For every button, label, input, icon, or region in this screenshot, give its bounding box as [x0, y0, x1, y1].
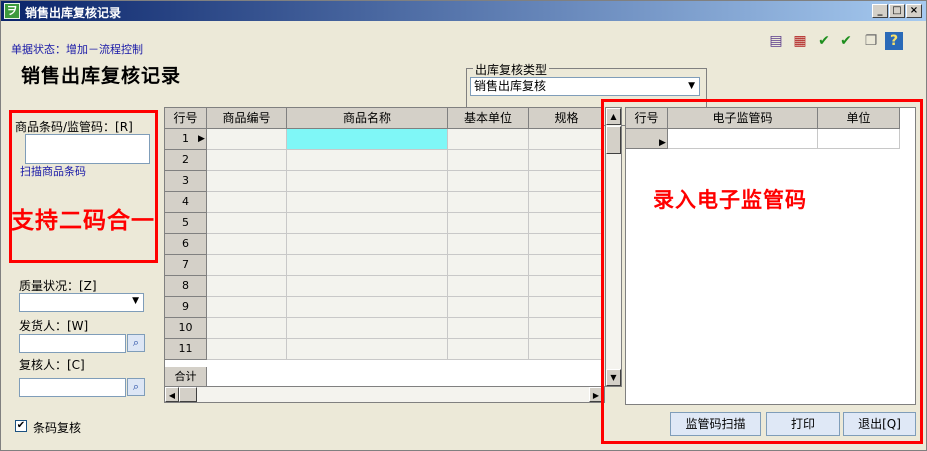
table-cell[interactable]: [287, 234, 448, 255]
table-cell[interactable]: [287, 255, 448, 276]
table-cell[interactable]: [287, 318, 448, 339]
document-status: 单据状态：增加－流程控制: [11, 43, 143, 56]
column-header[interactable]: 基本单位: [448, 108, 529, 129]
title-bar: ヲ 销售出库复核记录 _ □ ×: [1, 1, 926, 21]
row-header[interactable]: 6: [165, 234, 207, 255]
row-header[interactable]: 9: [165, 297, 207, 318]
table-cell[interactable]: [207, 339, 287, 360]
table-cell[interactable]: [207, 297, 287, 318]
close-button[interactable]: ×: [906, 4, 922, 18]
table-cell[interactable]: [287, 150, 448, 171]
table-cell[interactable]: [207, 129, 287, 150]
table-cell[interactable]: [287, 276, 448, 297]
row-header[interactable]: 8: [165, 276, 207, 297]
table-cell[interactable]: [287, 213, 448, 234]
leaf-icon: ヲ: [4, 3, 20, 19]
check-icon[interactable]: ✔: [815, 32, 833, 50]
shipper-label: 发货人：[W]: [19, 319, 89, 333]
table-cell[interactable]: [529, 255, 603, 276]
table-cell[interactable]: [207, 255, 287, 276]
document-icon[interactable]: ▤: [767, 32, 785, 50]
quality-select[interactable]: ▼: [19, 293, 144, 312]
table-cell[interactable]: [448, 129, 529, 150]
page-title: 销售出库复核记录: [21, 65, 182, 87]
table-cell[interactable]: [529, 234, 603, 255]
table-cell[interactable]: [207, 150, 287, 171]
table-cell[interactable]: [529, 276, 603, 297]
table-cell[interactable]: [207, 213, 287, 234]
column-header[interactable]: 规格: [529, 108, 603, 129]
main-window: ヲ 销售出库复核记录 _ □ × 单据状态：增加－流程控制 销售出库复核记录 ▤…: [0, 0, 927, 451]
horizontal-scrollbar[interactable]: ◀ ▶: [164, 386, 605, 403]
scroll-thumb[interactable]: [179, 387, 197, 402]
table-cell[interactable]: [448, 213, 529, 234]
table-cell[interactable]: [529, 171, 603, 192]
row-header[interactable]: 10: [165, 318, 207, 339]
table-cell[interactable]: [207, 192, 287, 213]
table-cell[interactable]: [448, 234, 529, 255]
copy-icon[interactable]: ❐: [862, 32, 880, 50]
row-header[interactable]: 5: [165, 213, 207, 234]
quality-label: 质量状况：[Z]: [19, 279, 97, 293]
shipper-search-icon[interactable]: ⌕: [127, 334, 145, 352]
table-cell[interactable]: [529, 213, 603, 234]
table-cell[interactable]: [529, 297, 603, 318]
row-header[interactable]: 7: [165, 255, 207, 276]
help-icon[interactable]: ?: [885, 32, 903, 50]
double-check-icon[interactable]: ✔: [837, 32, 855, 50]
table-cell[interactable]: [448, 171, 529, 192]
table-cell[interactable]: [287, 129, 448, 150]
table-cell[interactable]: [207, 234, 287, 255]
maximize-button[interactable]: □: [889, 4, 905, 18]
outbound-type-select[interactable]: 销售出库复核 ▼: [470, 77, 700, 96]
table-cell[interactable]: [529, 318, 603, 339]
scroll-left-icon[interactable]: ◀: [165, 387, 179, 402]
table-cell[interactable]: [448, 276, 529, 297]
table-cell[interactable]: [448, 318, 529, 339]
chevron-down-icon: ▼: [132, 296, 139, 306]
reviewer-search-icon[interactable]: ⌕: [127, 378, 145, 396]
table-cell[interactable]: [287, 339, 448, 360]
table-cell[interactable]: [287, 171, 448, 192]
column-header[interactable]: 行号: [165, 108, 207, 129]
row-header[interactable]: 3: [165, 171, 207, 192]
table-cell[interactable]: [529, 192, 603, 213]
total-row: [207, 367, 603, 388]
outbound-type-label: 出库复核类型: [473, 61, 550, 78]
reviewer-label: 复核人：[C]: [19, 358, 85, 372]
chevron-down-icon: ▼: [688, 81, 695, 91]
item-grid: 行号 商品编号 商品名称 基本单位 规格 1 ▶ 2 3 4 5 6 7 8 9 10 11 合计: [164, 107, 604, 403]
table-cell[interactable]: [448, 255, 529, 276]
table-cell[interactable]: [448, 192, 529, 213]
highlight-box-right: [601, 99, 923, 444]
table-cell[interactable]: [448, 150, 529, 171]
row-header[interactable]: 2: [165, 150, 207, 171]
window-title: 销售出库复核记录: [25, 6, 122, 20]
table-cell[interactable]: [529, 129, 603, 150]
column-header[interactable]: 商品编号: [207, 108, 287, 129]
table-cell[interactable]: [529, 339, 603, 360]
barcode-review-checkbox[interactable]: ✔: [15, 420, 27, 432]
barcode-review-label: 条码复核: [33, 421, 82, 435]
table-cell[interactable]: [448, 297, 529, 318]
column-header[interactable]: 商品名称: [287, 108, 448, 129]
table-cell[interactable]: [207, 171, 287, 192]
shipper-input[interactable]: [19, 334, 126, 353]
table-cell[interactable]: [207, 276, 287, 297]
row-header[interactable]: 11: [165, 339, 207, 360]
grid-delete-icon[interactable]: ▦: [791, 32, 809, 50]
highlight-box-left: [9, 110, 158, 263]
row-header[interactable]: 4: [165, 192, 207, 213]
table-cell[interactable]: [448, 339, 529, 360]
reviewer-input[interactable]: [19, 378, 126, 397]
total-row-label: 合计: [165, 367, 207, 388]
minimize-button[interactable]: _: [872, 4, 888, 18]
outbound-type-value: 销售出库复核: [474, 79, 547, 93]
table-cell[interactable]: [207, 318, 287, 339]
table-cell[interactable]: [287, 192, 448, 213]
table-cell[interactable]: [287, 297, 448, 318]
table-cell[interactable]: [529, 150, 603, 171]
row-pointer-icon: ▶: [198, 134, 205, 144]
